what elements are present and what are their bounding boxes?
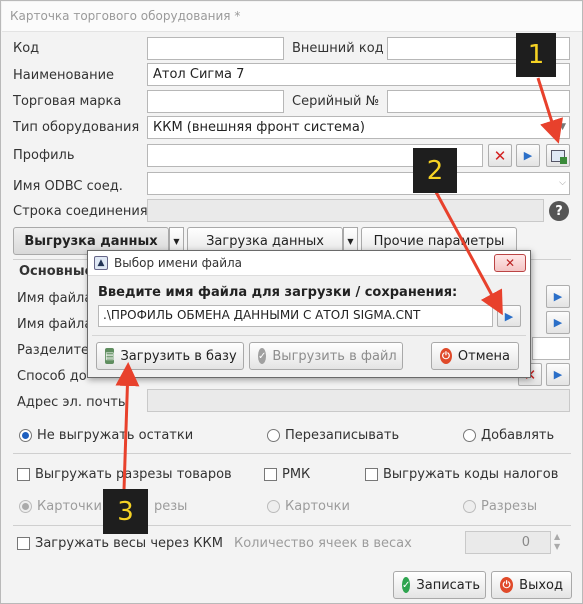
- odbc-label: Имя ODBC соед.: [13, 179, 123, 194]
- annotation-badge-3: 3: [103, 489, 148, 534]
- dialog-app-icon: ▲: [94, 256, 108, 270]
- clear-profile-button[interactable]: ✕: [488, 144, 512, 167]
- checkbox-rmk[interactable]: [264, 468, 277, 481]
- method-label: Способ до: [17, 369, 87, 384]
- type-combo[interactable]: ККМ (внешняя фронт система) ▼: [147, 116, 570, 139]
- checkbox-tax[interactable]: [365, 468, 378, 481]
- checkbox-weights[interactable]: [17, 537, 30, 550]
- chevron-down-icon: ▼: [173, 236, 180, 246]
- save-button[interactable]: ✓ Записать: [393, 571, 486, 599]
- radio-cards: [267, 500, 280, 513]
- play-icon: ▶: [504, 309, 514, 323]
- load-to-db-button[interactable]: ▤ Загрузить в базу: [96, 342, 244, 370]
- separator-field[interactable]: [532, 337, 570, 360]
- save-button-label: Записать: [416, 577, 480, 593]
- type-value: ККМ (внешняя фронт система): [153, 120, 365, 135]
- radio-cards-and-cuts-label-tail: резы: [154, 499, 188, 514]
- serial-label: Серийный №: [292, 94, 380, 109]
- exit-button[interactable]: ⏻ Выход: [491, 571, 572, 599]
- dialog-title: Выбор имени файла: [114, 256, 243, 270]
- email-field: [147, 389, 570, 412]
- annotation-badge-2: 2: [413, 148, 457, 193]
- dialog-browse-button[interactable]: ▶: [497, 305, 521, 327]
- cancel-button-label: Отмена: [457, 348, 510, 364]
- radio-cuts: [463, 500, 476, 513]
- radio-no-stock-label: Не выгружать остатки: [37, 428, 194, 443]
- radio-cards-and-cuts: [19, 500, 32, 513]
- checkbox-cuts-label: Выгружать разрезы товаров: [35, 467, 232, 482]
- ext-code-label: Внешний код: [292, 41, 384, 56]
- divider: [13, 525, 571, 526]
- type-label: Тип оборудования: [13, 120, 140, 135]
- check-icon: ✓: [402, 577, 411, 593]
- chevron-down-icon[interactable]: ▼: [559, 122, 566, 132]
- email-label: Адрес эл. почты: [17, 395, 129, 410]
- radio-append[interactable]: [463, 429, 476, 442]
- help-icon[interactable]: ?: [549, 201, 569, 221]
- play-icon: ▶: [523, 149, 533, 162]
- play-icon: ▶: [553, 316, 563, 329]
- separator-label: Разделите: [17, 343, 90, 358]
- code-label: Код: [13, 41, 40, 56]
- radio-no-stock[interactable]: [19, 429, 32, 442]
- check-icon: ✓: [258, 348, 267, 364]
- code-field[interactable]: [147, 37, 284, 60]
- conn-string-field: [147, 199, 544, 222]
- title-bar: Карточка торгового оборудования *: [2, 2, 582, 32]
- checkbox-rmk-label: РМК: [282, 467, 311, 482]
- radio-overwrite-label: Перезаписывать: [285, 428, 400, 443]
- open-profile-button[interactable]: ▶: [516, 144, 540, 167]
- exit-button-label: Выход: [519, 577, 563, 593]
- name-field[interactable]: Атол Сигма 7: [147, 63, 570, 86]
- cancel-icon: ⏻: [440, 348, 452, 364]
- unload-to-file-button: ✓ Выгрузить в файл: [249, 342, 403, 370]
- load-to-db-label: Загрузить в базу: [120, 348, 237, 364]
- file-dialog-icon: [551, 149, 567, 164]
- dialog-title-bar: ▲ Выбор имени файла ✕: [88, 251, 530, 276]
- radio-cards-label: Карточки: [285, 499, 350, 514]
- load-db-icon: ▤: [105, 348, 115, 364]
- method-play-button[interactable]: ▶: [546, 363, 570, 386]
- checkbox-cuts[interactable]: [17, 468, 30, 481]
- chevron-down-icon[interactable]: ⌵: [559, 178, 566, 188]
- profile-label: Профиль: [13, 148, 75, 163]
- play-icon: ▶: [553, 290, 563, 303]
- file1-label: Имя файла: [17, 291, 93, 306]
- dialog-close-button[interactable]: ✕: [494, 254, 526, 272]
- section-title: Основные: [19, 264, 94, 279]
- odbc-combo[interactable]: ⌵: [147, 172, 570, 195]
- cells-label: Количество ячеек в весах: [234, 536, 412, 551]
- divider: [13, 453, 571, 454]
- clear-icon: ✕: [493, 146, 507, 165]
- cells-field: 0: [465, 531, 551, 554]
- checkbox-weights-label: Загружать весы через ККМ: [35, 536, 223, 551]
- play-icon: ▶: [553, 368, 563, 381]
- dialog-divider: [92, 335, 526, 336]
- file-name-dialog: ▲ Выбор имени файла ✕ Введите имя файла …: [87, 250, 531, 378]
- radio-overwrite[interactable]: [267, 429, 280, 442]
- chevron-down-icon: ▼: [347, 236, 354, 246]
- conn-string-label: Строка соединения: [13, 204, 148, 219]
- unload-to-file-label: Выгрузить в файл: [272, 348, 397, 364]
- brand-label: Торговая марка: [13, 94, 122, 109]
- file2-play-button[interactable]: ▶: [546, 311, 570, 334]
- name-label: Наименование: [13, 68, 115, 83]
- exit-icon: ⏻: [500, 577, 514, 593]
- dialog-filename-input[interactable]: .\ПРОФИЛЬ ОБМЕНА ДАННЫМИ С АТОЛ SIGMA.CN…: [98, 305, 493, 327]
- file1-play-button[interactable]: ▶: [546, 285, 570, 308]
- file2-label: Имя файла: [17, 317, 93, 332]
- radio-cuts-label: Разрезы: [481, 499, 538, 514]
- radio-append-label: Добавлять: [481, 428, 555, 443]
- spinner-icon: ▲ ▼: [554, 532, 561, 551]
- checkbox-tax-label: Выгружать коды налогов: [383, 467, 559, 482]
- profile-file-button[interactable]: [546, 144, 570, 167]
- brand-field[interactable]: [147, 90, 284, 113]
- dialog-prompt: Введите имя файла для загрузки / сохране…: [98, 285, 458, 300]
- annotation-badge-1: 1: [516, 33, 556, 77]
- cancel-button[interactable]: ⏻ Отмена: [431, 342, 519, 370]
- window-title: Карточка торгового оборудования *: [10, 9, 241, 23]
- serial-field[interactable]: [387, 90, 570, 113]
